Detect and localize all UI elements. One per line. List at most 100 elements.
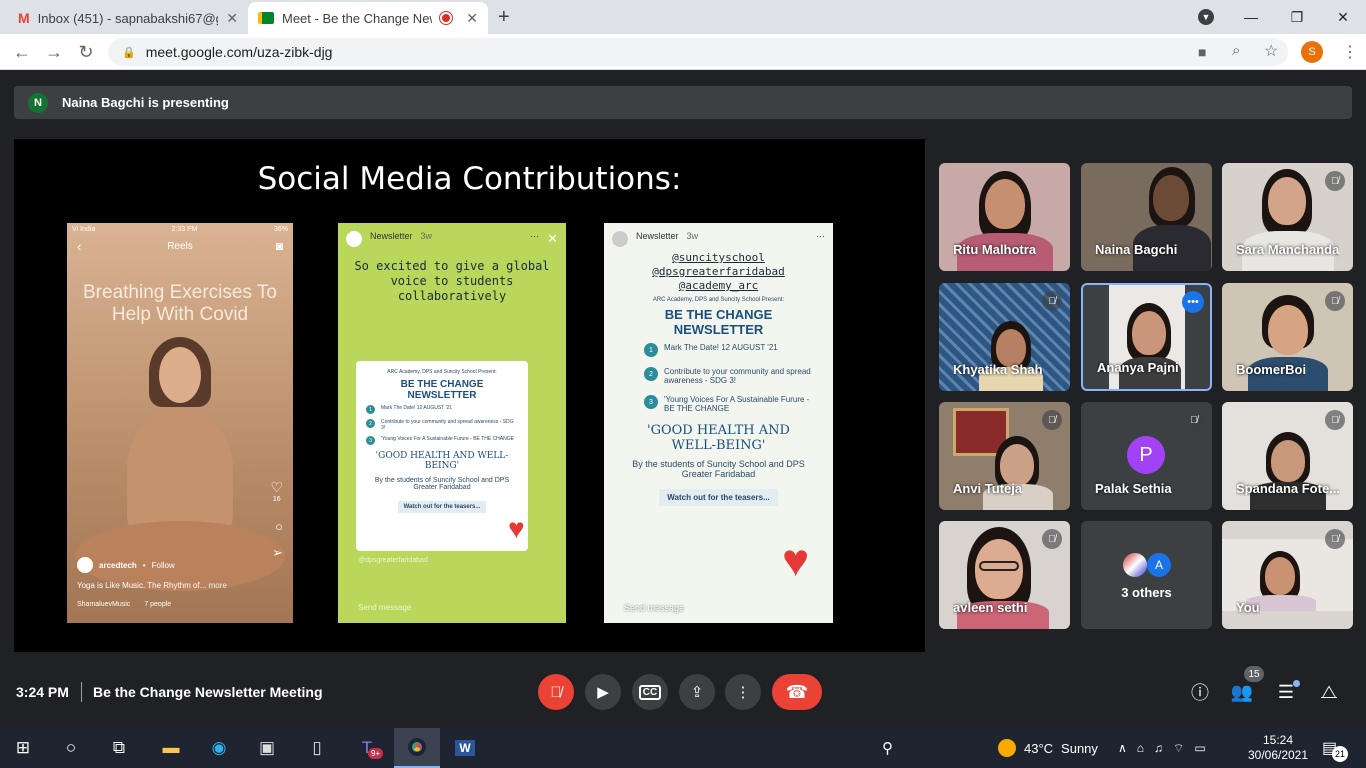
participant-tile-others[interactable]: A 3 others (1081, 521, 1212, 629)
participant-name: Naina Bagchi (1095, 242, 1178, 257)
file-explorer-icon[interactable]: ▬ (148, 728, 194, 768)
account-avatar (77, 557, 93, 573)
task-view-icon[interactable]: ⧉ (96, 728, 142, 768)
present-button[interactable]: ⇪ (679, 674, 715, 710)
meeting-details-icon[interactable]: ⓘ (1186, 678, 1214, 706)
search-icon[interactable]: ○ (48, 728, 94, 768)
participant-tile[interactable]: 🎙̸ Khyatika Shah (939, 283, 1070, 391)
participant-name: Spandana Fote... (1236, 481, 1341, 496)
store-icon[interactable]: ▣ (244, 728, 290, 768)
teams-icon[interactable]: T 9+ (344, 728, 390, 768)
more-icon: ··· (816, 231, 825, 241)
weather-widget[interactable]: 43°C Sunny (998, 728, 1098, 768)
participant-avatar: P (1127, 436, 1165, 474)
story-screenshot-1: Newsletter 3w ··· ✕ So excited to give a… (338, 223, 566, 623)
more-vert-icon: ⋮ (735, 684, 751, 701)
more-icon: ··· (530, 231, 540, 241)
wifi-icon[interactable]: ⌔ (1173, 741, 1184, 756)
bookmark-star-icon[interactable]: ☆ (1264, 41, 1278, 61)
participant-tile-self[interactable]: 🎙̸ You (1222, 521, 1353, 629)
participant-tile[interactable]: Naina Bagchi (1081, 163, 1212, 271)
close-window-icon[interactable]: ✕ (1320, 0, 1366, 34)
card-title: BE THE CHANGE NEWSLETTER (664, 307, 773, 337)
restore-icon[interactable]: ❐ (1274, 0, 1320, 34)
account-name: Newsletter (636, 231, 679, 241)
participant-tile[interactable]: Ritu Malhotra (939, 163, 1070, 271)
chevron-up-icon[interactable]: ∧ (1118, 741, 1127, 755)
back-icon[interactable]: ← (10, 40, 34, 64)
camera-icon[interactable]: ■ (1198, 44, 1206, 60)
muted-mic-icon: 🎙̸ (1325, 171, 1345, 191)
url-text: meet.google.com/uza-zibk-djg (145, 44, 333, 60)
divider (81, 682, 82, 702)
muted-mic-icon: 🎙̸ (1042, 529, 1062, 549)
story-age: 3w (420, 231, 433, 241)
browser-menu-icon[interactable]: ⋮ (1342, 42, 1358, 62)
participant-tile[interactable]: 🎙̸ BoomerBoi (1222, 283, 1353, 391)
reload-icon[interactable]: ↻ (74, 40, 98, 64)
present-screen-icon: ⇪ (690, 684, 704, 701)
notification-center-icon[interactable]: ▤ 21 (1322, 728, 1348, 768)
reel-screenshot: Vi India 2:33 PM 36% ‹ Reels ◙ Breathing… (67, 223, 293, 623)
system-tray[interactable]: ∧ ⌂ ♫ ⌔ ▭ (1118, 728, 1206, 768)
participant-tile[interactable]: 🎙̸ avleen sethi (939, 521, 1070, 629)
muted-mic-icon: 🎙̸ (1042, 291, 1062, 311)
tab-search-icon[interactable]: ▼ (1198, 9, 1214, 25)
more-options-icon[interactable]: ••• (1182, 291, 1204, 313)
chrome-icon[interactable] (394, 728, 440, 768)
file-icon[interactable]: ▯ (294, 728, 340, 768)
volume-icon[interactable]: ♫ (1154, 741, 1163, 755)
people-button[interactable]: 👥 15 (1228, 666, 1264, 706)
reels-title: Reels (167, 241, 193, 252)
chat-button[interactable]: ☰ (1272, 678, 1300, 706)
camera-toggle-button[interactable]: ▶ (585, 674, 621, 710)
profile-avatar[interactable]: S (1301, 41, 1323, 63)
card-theme: 'GOOD HEALTH AND WELL-BEING' (375, 451, 509, 471)
participant-tile[interactable]: 🎙̸ Anvi Tuteja (939, 402, 1070, 510)
story-screenshot-2: Newsletter 3w ··· @suncityschool @dpsgre… (604, 223, 833, 623)
comment-icon: ○ (275, 519, 283, 534)
more-options-button[interactable]: ⋮ (725, 674, 761, 710)
taskbar-clock[interactable]: 15:24 30/06/2021 (1246, 728, 1310, 768)
tab-meet[interactable]: Meet - Be the Change Newsl ✕ (248, 2, 488, 34)
captions-button[interactable]: CC (632, 674, 668, 710)
teams-badge: 9+ (368, 748, 384, 759)
tab-gmail[interactable]: M Inbox (451) - sapnabakshi67@gm ✕ (8, 2, 248, 34)
word-icon[interactable]: W (442, 728, 488, 768)
gmail-icon: M (18, 10, 30, 26)
tab-meet-title: Meet - Be the Change Newsl (282, 10, 432, 26)
close-tab-icon[interactable]: ✕ (466, 10, 478, 27)
windows-start-icon[interactable]: ⊞ (0, 728, 46, 768)
minimize-icon[interactable]: — (1228, 0, 1274, 34)
participant-tile-active[interactable]: ••• Ananya Pajni (1081, 283, 1212, 391)
edge-icon[interactable]: ◉ (196, 728, 242, 768)
participant-tile[interactable]: P 🎙̸ Palak Sethia (1081, 402, 1212, 510)
reel-music: ShamaluevMusic 7 people (77, 601, 171, 608)
forward-icon[interactable]: → (42, 40, 66, 64)
participant-tile[interactable]: 🎙̸ Sara Manchanda (1222, 163, 1353, 271)
network-icon[interactable]: ⌂ (1137, 741, 1144, 755)
card-item: Mark The Date! 12 AUGUST '21 (381, 405, 453, 411)
new-tab-icon[interactable]: + (498, 6, 510, 29)
address-bar[interactable]: 🔒 meet.google.com/uza-zibk-djg (108, 38, 1288, 66)
newsletter-card: ARC Academy, DPS and Suncity School Pres… (604, 293, 833, 510)
meeting-clock: 3:24 PM (16, 684, 69, 700)
participant-tile[interactable]: 🎙̸ Spandana Fote... (1222, 402, 1353, 510)
card-item: Contribute to your community and spread … (664, 367, 811, 385)
mention-item: @suncityschool (672, 251, 765, 264)
participant-name: Sara Manchanda (1236, 242, 1340, 257)
card-button: Watch out for the teasers... (659, 489, 778, 506)
mic-off-icon: 🎙̸ (550, 683, 562, 701)
video-icon: ▶ (597, 684, 609, 701)
end-call-button[interactable]: ☎ (772, 674, 822, 710)
mic-toggle-button[interactable]: 🎙̸ (538, 674, 574, 710)
close-tab-icon[interactable]: ✕ (226, 10, 238, 27)
notification-count: 21 (1332, 746, 1348, 762)
zoom-icon[interactable]: ⌕ (1232, 42, 1240, 59)
muted-mic-icon: 🎙̸ (1325, 410, 1345, 430)
activities-button[interactable]: ⧍ (1315, 678, 1343, 706)
keyboard-icon[interactable]: ▭ (1194, 741, 1205, 755)
people-tray-icon[interactable]: ⚲ (882, 728, 893, 768)
presentation-slide: Social Media Contributions: Vi India 2:3… (14, 139, 925, 652)
hang-up-icon: ☎ (785, 681, 809, 702)
